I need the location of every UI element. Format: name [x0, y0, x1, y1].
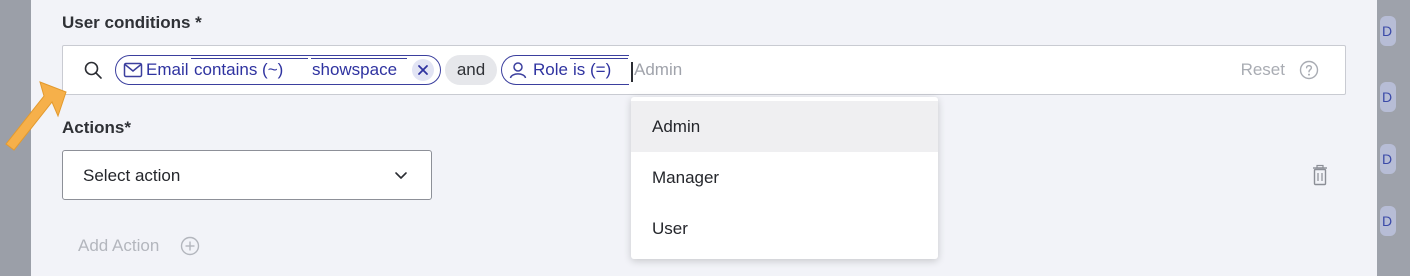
text-caret: [631, 62, 633, 82]
action-select-value: Select action: [83, 166, 181, 185]
pointer-arrow-icon: [5, 81, 67, 151]
remove-condition-button[interactable]: [412, 59, 434, 81]
condition-operator[interactable]: is (=): [573, 60, 611, 80]
add-action-button[interactable]: Add Action: [78, 236, 159, 256]
background-item: D: [1380, 206, 1396, 236]
user-conditions-label: User conditions *: [62, 13, 202, 32]
condition-chip-email[interactable]: Email contains (~) showspace: [115, 55, 441, 85]
plus-circle-icon[interactable]: [180, 236, 200, 256]
user-icon: [509, 62, 527, 79]
close-icon: [418, 65, 428, 75]
trash-icon[interactable]: [1311, 164, 1329, 186]
help-icon[interactable]: [1299, 60, 1319, 80]
dropdown-option-manager[interactable]: Manager: [631, 152, 938, 203]
condition-value-input[interactable]: Admin: [634, 60, 682, 80]
operator-underline: [570, 55, 628, 59]
chevron-down-icon: [395, 172, 407, 179]
role-options-dropdown: Admin Manager User: [631, 97, 938, 259]
mail-icon: [123, 62, 143, 78]
condition-value[interactable]: showspace: [312, 60, 397, 80]
dropdown-option-user[interactable]: User: [631, 203, 938, 254]
condition-chip-role[interactable]: Role is (=): [501, 55, 629, 85]
action-select[interactable]: Select action: [62, 150, 432, 200]
background-right-strip: D D D D: [1377, 0, 1410, 276]
condition-field: Email: [146, 60, 189, 79]
dropdown-option-admin[interactable]: Admin: [631, 101, 938, 152]
value-underline: [311, 55, 407, 59]
search-icon: [84, 61, 102, 79]
operator-underline: [191, 55, 308, 59]
background-item: D: [1380, 16, 1396, 46]
user-conditions-input[interactable]: Email contains (~) showspace and Role is…: [62, 45, 1346, 95]
background-item: D: [1380, 144, 1396, 174]
condition-joiner[interactable]: and: [445, 55, 497, 85]
reset-button[interactable]: Reset: [1241, 60, 1285, 80]
condition-operator[interactable]: contains (~): [194, 60, 283, 80]
background-item: D: [1380, 82, 1396, 112]
condition-field: Role: [533, 60, 568, 79]
